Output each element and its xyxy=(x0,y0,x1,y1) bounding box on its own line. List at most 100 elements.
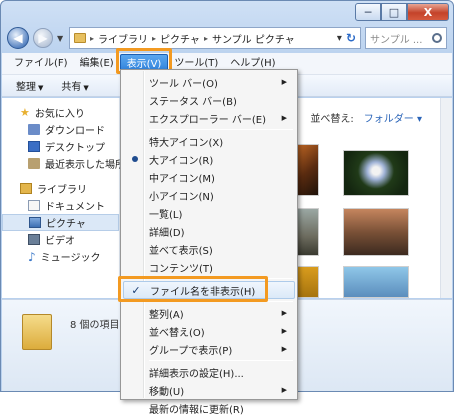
menu-item-label: 並べ替え(O) xyxy=(149,327,205,339)
picture-thumbnail[interactable] xyxy=(343,150,409,196)
picture-thumbnail[interactable] xyxy=(343,208,409,256)
sort-dropdown[interactable]: フォルダー ▾ xyxy=(364,110,422,125)
submenu-arrow-icon: ▶ xyxy=(281,386,287,394)
nav-label: ライブラリ xyxy=(37,185,87,196)
submenu-arrow-icon: ▶ xyxy=(281,345,287,353)
crumb-separator-icon[interactable]: ▸ xyxy=(152,34,156,43)
breadcrumb-pictures[interactable]: ピクチャ xyxy=(160,31,200,46)
menu-item-label: 詳細(D) xyxy=(149,227,185,239)
nav-label: ビデオ xyxy=(45,236,75,247)
menu-item-details[interactable]: 詳細(D) xyxy=(123,222,295,240)
menu-item-label: 並べて表示(S) xyxy=(149,245,213,257)
menu-file[interactable]: ファイル(F) xyxy=(8,54,74,74)
menu-item-tiles[interactable]: 並べて表示(S) xyxy=(123,240,295,258)
menu-item-group-by[interactable]: グループで表示(P) ▶ xyxy=(123,340,295,358)
submenu-arrow-icon: ▶ xyxy=(281,309,287,317)
nav-libraries[interactable]: ライブラリ xyxy=(2,180,119,197)
menu-item-choose-details[interactable]: 詳細表示の設定(H)... xyxy=(123,363,295,381)
folder-icon xyxy=(74,33,86,43)
menu-item-status-bar[interactable]: ステータス バー(B) xyxy=(123,91,295,109)
forward-button[interactable]: ▶ xyxy=(33,28,53,48)
menu-item-go-to[interactable]: 移動(U) ▶ xyxy=(123,381,295,399)
back-button[interactable]: ◀ xyxy=(7,27,29,49)
submenu-arrow-icon: ▶ xyxy=(281,327,287,335)
menu-item-label: 特大アイコン(X) xyxy=(149,137,224,149)
submenu-arrow-icon: ▶ xyxy=(281,78,287,86)
folder-icon xyxy=(22,314,52,350)
vertical-scrollbar[interactable] xyxy=(440,98,452,298)
search-input[interactable]: サンプル ... xyxy=(370,31,422,46)
nav-label: ピクチャ xyxy=(46,219,86,230)
breadcrumb-libraries[interactable]: ライブラリ xyxy=(98,31,148,46)
nav-music[interactable]: ♪ ミュージック xyxy=(2,248,119,265)
nav-videos[interactable]: ビデオ xyxy=(2,231,119,248)
view-menu-dropdown: ツール バー(O) ▶ ステータス バー(B) エクスプローラー バー(E) ▶ 特… xyxy=(120,69,298,416)
maximize-button[interactable]: □ xyxy=(381,3,407,21)
menu-item-sort-by[interactable]: 整列(A) ▶ xyxy=(123,304,295,322)
menu-item-label: グループで表示(P) xyxy=(149,345,233,357)
highlight-hide-file-names xyxy=(118,276,268,302)
menu-item-label: 最新の情報に更新(R) xyxy=(149,404,244,416)
caption-buttons: ─ □ X xyxy=(355,3,449,21)
menu-item-explorer-bar[interactable]: エクスプローラー バー(E) ▶ xyxy=(123,109,295,127)
music-icon: ♪ xyxy=(28,249,36,264)
nav-label: 最近表示した場所 xyxy=(45,160,125,171)
close-button[interactable]: X xyxy=(407,3,449,21)
picture-thumbnail[interactable] xyxy=(343,266,409,298)
nav-documents[interactable]: ドキュメント xyxy=(2,197,119,214)
menu-item-label: ステータス バー(B) xyxy=(149,96,237,108)
refresh-icon[interactable]: ↻ xyxy=(346,31,356,45)
nav-desktop[interactable]: デスクトップ xyxy=(2,138,119,155)
menu-item-toolbar[interactable]: ツール バー(O) ▶ xyxy=(123,73,295,91)
library-icon xyxy=(20,183,32,194)
recent-pages-dropdown-icon[interactable]: ▼ xyxy=(57,34,65,43)
address-bar[interactable]: ▸ ライブラリ ▸ ピクチャ ▸ サンプル ピクチャ ▾ ↻ xyxy=(69,27,361,49)
menu-item-label: ツール バー(O) xyxy=(149,78,218,90)
menu-item-large-icons[interactable]: 大アイコン(R) xyxy=(123,150,295,168)
menu-item-label: エクスプローラー バー(E) xyxy=(149,114,266,126)
menu-item-refresh[interactable]: 最新の情報に更新(R) xyxy=(123,399,295,417)
share-button[interactable]: 共有 ▼ xyxy=(61,78,88,93)
videos-icon xyxy=(28,234,40,245)
menu-item-list[interactable]: 一覧(L) xyxy=(123,204,295,222)
organize-button[interactable]: 整理 ▼ xyxy=(16,78,43,93)
item-count: 8 個の項目 xyxy=(70,320,120,331)
search-icon[interactable] xyxy=(432,33,442,43)
recent-places-icon xyxy=(28,158,40,169)
menu-item-content[interactable]: コンテンツ(T) xyxy=(123,258,295,276)
menu-item-label: 一覧(L) xyxy=(149,209,183,221)
menu-item-medium-icons[interactable]: 中アイコン(M) xyxy=(123,168,295,186)
breadcrumb-sample-pictures[interactable]: サンプル ピクチャ xyxy=(212,31,295,46)
minimize-button[interactable]: ─ xyxy=(355,3,381,21)
crumb-separator-icon[interactable]: ▸ xyxy=(90,34,94,43)
navigation-pane: ★ お気に入り ダウンロード デスクトップ 最近表示した場所 ライブラリ ドキュ… xyxy=(2,98,125,298)
search-box[interactable]: サンプル ... xyxy=(365,27,447,49)
nav-downloads[interactable]: ダウンロード xyxy=(2,121,119,138)
nav-pictures[interactable]: ピクチャ xyxy=(2,214,119,231)
menu-item-extra-large-icons[interactable]: 特大アイコン(X) xyxy=(123,132,295,150)
crumb-separator-icon[interactable]: ▸ xyxy=(204,34,208,43)
nav-label: デスクトップ xyxy=(45,143,105,154)
menu-item-arrange[interactable]: 並べ替え(O) ▶ xyxy=(123,322,295,340)
desktop-icon xyxy=(28,141,40,152)
nav-favorites[interactable]: ★ お気に入り xyxy=(2,104,119,121)
address-dropdown-icon[interactable]: ▾ xyxy=(337,33,342,44)
documents-icon xyxy=(28,200,40,211)
menu-item-label: 整列(A) xyxy=(149,309,184,321)
pictures-icon xyxy=(29,217,41,228)
menu-item-small-icons[interactable]: 小アイコン(N) xyxy=(123,186,295,204)
menu-item-label: コンテンツ(T) xyxy=(149,263,213,275)
arrange-header: 並べ替え: フォルダー ▾ xyxy=(310,110,422,125)
nav-label: ドキュメント xyxy=(45,202,105,213)
share-label: 共有 xyxy=(61,82,82,93)
menu-item-label: 詳細表示の設定(H)... xyxy=(149,368,244,380)
nav-label: お気に入り xyxy=(34,109,85,120)
menu-item-label: 大アイコン(R) xyxy=(149,155,214,167)
organize-label: 整理 xyxy=(16,82,36,93)
menu-item-label: 移動(U) xyxy=(149,386,185,398)
radio-bullet-icon xyxy=(132,156,138,162)
menu-edit[interactable]: 編集(E) xyxy=(74,54,120,74)
submenu-arrow-icon: ▶ xyxy=(281,114,287,122)
sort-label: 並べ替え: xyxy=(310,114,354,125)
nav-recent-places[interactable]: 最近表示した場所 xyxy=(2,155,125,172)
